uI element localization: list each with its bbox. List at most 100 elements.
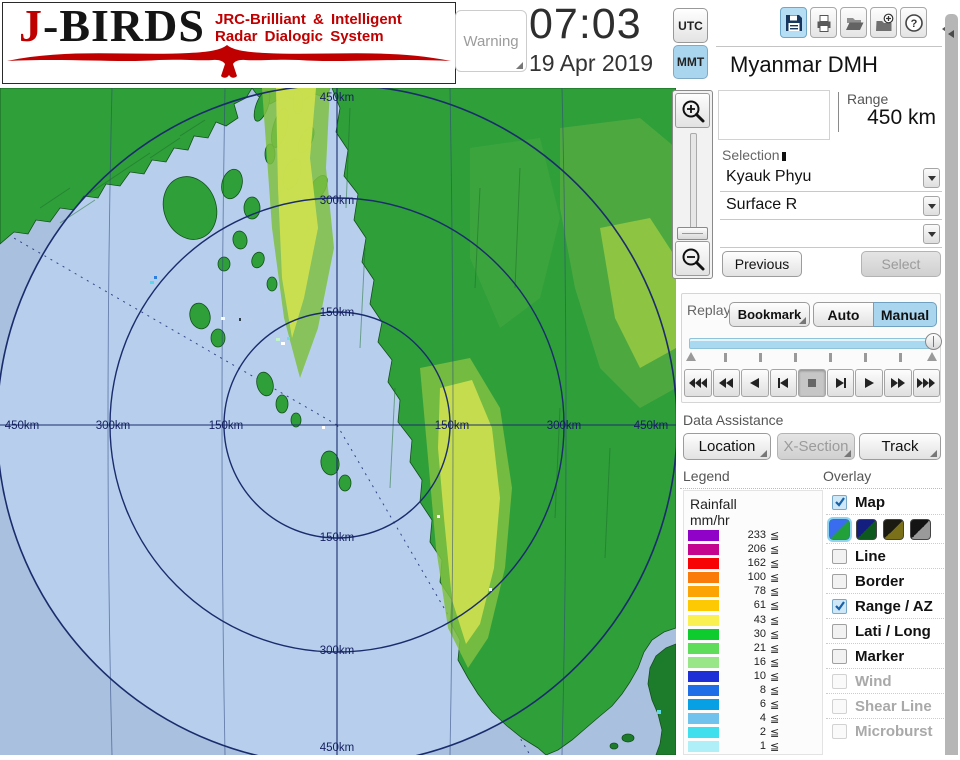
- checkbox[interactable]: [832, 649, 847, 664]
- play-reverse-icon: [745, 377, 765, 389]
- radar-map-svg: 450km300km150km150km300km450km450km300km…: [0, 88, 676, 755]
- print-icon: [814, 13, 834, 33]
- ring-label: 450km: [320, 92, 355, 104]
- slider-tick: [794, 353, 797, 362]
- select-button[interactable]: Select: [861, 251, 941, 277]
- previous-button[interactable]: Previous: [722, 251, 802, 277]
- logo-birds: -BIRDS: [43, 0, 205, 51]
- legend-value: 6: [722, 698, 766, 710]
- map-style-swatch[interactable]: [883, 519, 904, 540]
- legend-color-swatch: [688, 586, 719, 597]
- slider-tick: [864, 353, 867, 362]
- logo-tagline: JRC-Brilliant & Intelligent Radar Dialog…: [215, 11, 402, 45]
- overlay-section-label: Overlay: [823, 468, 871, 484]
- ring-label: 150km: [320, 307, 355, 319]
- site-dropdown-arrow-button[interactable]: [923, 168, 940, 188]
- overlay-item-line: Line: [826, 543, 944, 568]
- legend-value: 233: [722, 529, 766, 541]
- play-button[interactable]: [855, 369, 883, 397]
- warning-button[interactable]: Warning: [455, 10, 527, 72]
- legend-color-swatch: [688, 643, 719, 654]
- legend-title: Rainfall mm/hr: [690, 496, 737, 528]
- help-icon: ?: [904, 13, 924, 33]
- overlay-item-microburst: Microburst: [826, 718, 944, 743]
- option-dropdown-arrow-button[interactable]: [923, 224, 940, 244]
- track-button[interactable]: Track: [859, 433, 941, 460]
- auto-button[interactable]: Auto: [813, 302, 874, 327]
- replay-slider-thumb[interactable]: [925, 333, 942, 350]
- zoom-in-button[interactable]: [675, 93, 710, 128]
- checkbox[interactable]: [832, 574, 847, 589]
- range-label: Range: [847, 91, 888, 107]
- ring-label: 450km: [320, 742, 355, 754]
- ring-label: 300km: [320, 645, 355, 657]
- legend-value: 78: [722, 585, 766, 597]
- save-button[interactable]: [780, 7, 807, 38]
- checkbox[interactable]: [832, 549, 847, 564]
- overlay-item-lati-long: Lati / Long: [826, 618, 944, 643]
- x-section-button[interactable]: X-Section: [777, 433, 855, 460]
- stop-button[interactable]: [798, 369, 826, 397]
- product-dropdown[interactable]: Surface R: [720, 193, 942, 220]
- mmt-button[interactable]: MMT: [673, 45, 708, 79]
- checkbox[interactable]: [832, 599, 847, 614]
- print-button[interactable]: [810, 7, 837, 38]
- slider-start-marker: [686, 352, 696, 361]
- location-button[interactable]: Location: [683, 433, 771, 460]
- slider-tick: [899, 353, 902, 362]
- checkbox[interactable]: [832, 624, 847, 639]
- map-style-swatch[interactable]: [910, 519, 931, 540]
- zoom-out-button[interactable]: [675, 241, 710, 276]
- legend-value: 2: [722, 726, 766, 738]
- rewind-fast-icon: [688, 377, 708, 389]
- legend-value: 162: [722, 557, 766, 569]
- rewind-button[interactable]: [713, 369, 741, 397]
- ring-label: 150km: [320, 532, 355, 544]
- bookmark-button[interactable]: Bookmark: [729, 302, 810, 327]
- radar-map[interactable]: 450km300km150km150km300km450km450km300km…: [0, 88, 676, 755]
- strip-arrow-icon: [948, 30, 954, 38]
- play-reverse-button[interactable]: [741, 369, 769, 397]
- less-equal-symbol: ≦: [770, 529, 779, 542]
- less-equal-symbol: ≦: [770, 571, 779, 584]
- rewind-fast-button[interactable]: [684, 369, 712, 397]
- checkbox[interactable]: [832, 495, 847, 510]
- legend-value: 21: [722, 642, 766, 654]
- add-folder-button[interactable]: [870, 7, 897, 38]
- fast-forward-button[interactable]: [884, 369, 912, 397]
- overlay-item-map: Map: [826, 490, 944, 514]
- utc-button[interactable]: UTC: [673, 8, 708, 43]
- map-style-swatch[interactable]: [856, 519, 877, 540]
- site-dropdown[interactable]: Kyauk Phyu: [720, 165, 942, 192]
- zoom-slider-track[interactable]: [690, 133, 697, 229]
- zoom-slider-thumb[interactable]: [677, 227, 708, 240]
- less-equal-symbol: ≦: [770, 670, 779, 683]
- panel-edge-strip[interactable]: [945, 14, 958, 755]
- legend-color-swatch: [688, 600, 719, 611]
- ring-label: 300km: [96, 420, 131, 432]
- map-style-swatch[interactable]: [829, 519, 850, 540]
- fast-forward-icon: [888, 377, 908, 389]
- step-forward-button[interactable]: [827, 369, 855, 397]
- step-back-button[interactable]: [770, 369, 798, 397]
- legend-color-swatch: [688, 685, 719, 696]
- slider-tick: [724, 353, 727, 362]
- ring-label: 300km: [547, 420, 582, 432]
- option-dropdown[interactable]: [720, 221, 942, 248]
- replay-slider-track[interactable]: [689, 338, 931, 349]
- checkbox: [832, 699, 847, 714]
- legend-color-swatch: [688, 530, 719, 541]
- less-equal-symbol: ≦: [770, 628, 779, 641]
- less-equal-symbol: ≦: [770, 740, 779, 753]
- fast-forward-max-button[interactable]: [913, 369, 941, 397]
- help-button[interactable]: ?: [900, 7, 927, 38]
- manual-button[interactable]: Manual: [873, 302, 937, 327]
- product-dropdown-arrow-button[interactable]: [923, 196, 940, 216]
- legend-color-swatch: [688, 629, 719, 640]
- data-assistance-label: Data Assistance: [683, 412, 783, 428]
- range-divider: [838, 92, 839, 132]
- legend-color-swatch: [688, 558, 719, 569]
- stop-icon: [802, 377, 822, 389]
- ring-label: 150km: [209, 420, 244, 432]
- open-folder-button[interactable]: [840, 7, 867, 38]
